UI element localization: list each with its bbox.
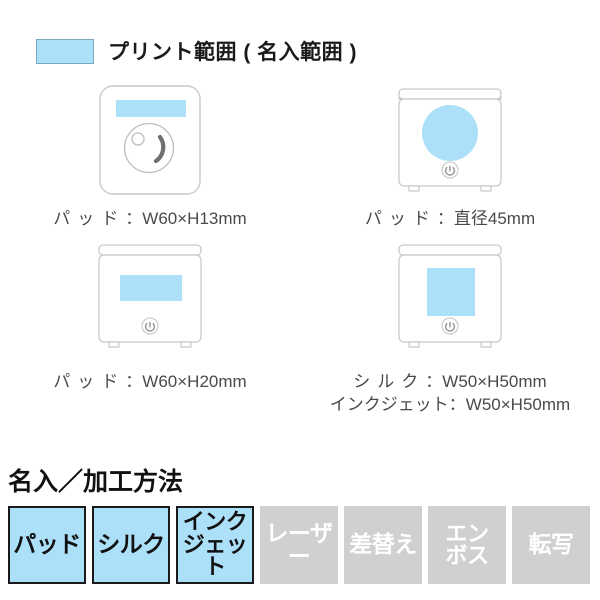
method-label: エン ボス [444, 520, 489, 568]
dial-outer-circle [123, 122, 175, 173]
legend-label: プリント範囲 ( 名入範囲 ) [108, 41, 357, 64]
method-box-inkjet[interactable]: インク ジェット [176, 506, 254, 584]
product-illustration-4 [380, 231, 520, 371]
print-area-legend: プリント範囲 ( 名入範囲 ) [36, 36, 357, 66]
device-feet [408, 341, 492, 349]
method-label-line2: ボス [445, 543, 489, 568]
method-box-replacement[interactable]: 差替え [344, 506, 422, 584]
method-box-transfer[interactable]: 転写 [512, 506, 590, 584]
device-feet [108, 341, 192, 349]
caption-size-value: ：直径45mm [436, 209, 536, 228]
caption-method-label: パッド [53, 371, 126, 391]
methods-section-title: 名入／加工方法 [8, 468, 184, 496]
method-label: 差替え [349, 531, 417, 558]
product-caption-1: パッド：W60×H13mm [53, 208, 246, 231]
product-caption-3: パッド：W60×H20mm [53, 371, 246, 394]
method-box-silk[interactable]: シルク [92, 506, 170, 584]
product-caption-4: シルク：W50×H50mm インクジェット：W50×H50mm [330, 371, 570, 417]
caption-size-value: ：W60×H13mm [125, 209, 247, 228]
print-area-square [427, 268, 475, 317]
product-cell-1: パッド：W60×H13mm [0, 78, 300, 231]
print-area-rectangle [120, 275, 182, 302]
method-box-pad[interactable]: パッド [8, 506, 86, 584]
product-row-1: パッド：W60×H13mm パッド：直径45mm [0, 78, 600, 231]
caption-size-value: ：W50×H50mm [425, 371, 547, 391]
product-caption-2: パッド：直径45mm [365, 208, 535, 231]
method-label-line2: ジェット [182, 531, 248, 580]
legend-swatch-icon [36, 38, 94, 64]
device-top-view-svg [99, 84, 201, 195]
method-label: インク ジェット [178, 509, 252, 580]
product-diagram-grid: パッド：W60×H13mm パッド：直径45mm パッド：W60×H20mm シ… [0, 78, 600, 417]
device-feet [408, 184, 492, 192]
print-area-circle [422, 104, 478, 161]
product-illustration-2 [380, 78, 520, 208]
dial-small-circle [131, 131, 145, 146]
method-label: シルク [97, 531, 165, 558]
device-lid [398, 244, 502, 257]
caption-size-value: ：W60×H20mm [125, 371, 247, 391]
device-lid [98, 244, 202, 257]
method-label: レーザー [265, 519, 333, 569]
method-box-emboss[interactable]: エン ボス [428, 506, 506, 584]
device-front-view-svg [398, 244, 502, 349]
caption-method-label: パッド [53, 209, 126, 228]
device-front-view-svg [98, 244, 202, 349]
product-row-2: パッド：W60×H20mm シルク：W50×H50mm インクジェット：W50×… [0, 231, 600, 417]
methods-list: パッド シルク インク ジェット レーザー 差替え エン ボス 転写 [8, 506, 590, 584]
caption-method-label: シルク [353, 371, 426, 391]
method-box-laser[interactable]: レーザー [260, 506, 338, 584]
product-cell-2: パッド：直径45mm [300, 78, 600, 231]
method-label: 転写 [528, 531, 575, 558]
product-cell-3: パッド：W60×H20mm [0, 231, 300, 417]
method-label: パッド [13, 531, 81, 558]
caption-line-2: インクジェット：W50×H50mm [330, 394, 570, 417]
print-area-rectangle [116, 99, 186, 117]
caption-method-label: パッド [364, 209, 437, 228]
caption-line-1: シルク：W50×H50mm [330, 371, 570, 394]
product-cell-4: シルク：W50×H50mm インクジェット：W50×H50mm [300, 231, 600, 417]
device-front-view-svg [398, 87, 502, 192]
method-label-line1: インク [182, 509, 248, 535]
caption-size-value-2: ：W50×H50mm [448, 394, 571, 414]
method-label-line1: エン [445, 520, 489, 546]
caption-method-label-2: インクジェット [329, 394, 449, 414]
product-illustration-3 [80, 231, 220, 371]
device-lid [398, 87, 502, 100]
product-illustration-1 [90, 78, 210, 208]
